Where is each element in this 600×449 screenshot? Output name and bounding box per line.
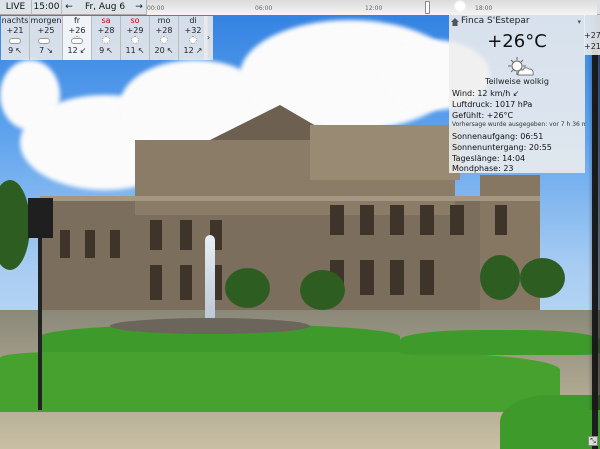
side-temperature-strip: +27 +21 — [584, 15, 600, 55]
forecast-high-temp: +28 — [97, 26, 115, 35]
timeline-label: 18:00 — [475, 5, 493, 12]
timeline-label: 00:00 — [147, 5, 165, 12]
location-dropdown-icon[interactable]: ▾ — [577, 18, 581, 26]
location-name[interactable]: Finca S'Estepar — [461, 16, 530, 26]
weather-panel: Finca S'Estepar ▾ +26°C Teilweise wolkig… — [449, 15, 585, 173]
forecast-day-name: di — [189, 16, 197, 25]
sunrise-value: Sonnenaufgang: 06:51 — [452, 132, 544, 141]
day-length-value: Tageslänge: 14:04 — [452, 154, 526, 163]
forecast-high-temp: +29 — [126, 26, 144, 35]
forecast-day-name: morgen — [30, 16, 62, 25]
forecast-low-temp: 11 — [125, 46, 136, 55]
forecast-day-2[interactable]: fr +26 12 ↙ — [63, 16, 92, 60]
side-value: +27 — [584, 31, 600, 40]
more-days-button[interactable]: › — [204, 16, 213, 60]
sun-cloud-icon — [63, 35, 91, 46]
current-time: 15:00 — [32, 0, 62, 15]
forecast-day-1[interactable]: morgen +25 7 ↘ — [30, 16, 63, 60]
forecast-low-temp: 12 — [183, 46, 194, 55]
timeline-slider[interactable]: 00:00 06:00 12:00 18:00 — [147, 0, 597, 15]
cloud-icon — [1, 35, 29, 46]
wind-arrow-icon: ↖ — [166, 46, 174, 55]
sunset-value: Sonnenuntergang: 20:55 — [452, 143, 552, 152]
forecast-high-temp: +25 — [37, 26, 55, 35]
forecast-day-name: fr — [73, 16, 81, 25]
resize-icon[interactable]: ⤡ — [588, 436, 598, 446]
forecast-low-temp: 12 — [67, 46, 78, 55]
side-value: +21 — [584, 42, 600, 51]
wind-arrow-icon: ↖ — [106, 46, 113, 55]
sun-position-icon — [455, 1, 465, 11]
forecast-day-name: so — [130, 16, 140, 25]
next-day-arrow[interactable]: → — [132, 0, 147, 15]
forecast-high-temp: +21 — [6, 26, 24, 35]
forecast-low-temp: 9 — [99, 46, 105, 55]
home-icon — [451, 18, 459, 26]
forecast-low-temp: 7 — [39, 46, 45, 55]
forecast-day-3[interactable]: sa +28 9 ↖ — [92, 16, 121, 60]
feels-like-value: Gefühlt: +26°C — [452, 111, 514, 120]
wind-arrow-icon: ↗ — [195, 46, 203, 55]
top-toolbar: LIVE 15:00 ← Fr, Aug 6 → 00:00 06:00 12:… — [0, 0, 600, 15]
forecast-day-0[interactable]: nachts +21 9 ↖ — [1, 16, 30, 60]
wind-arrow-icon: ↖ — [15, 46, 22, 55]
timeline-handle[interactable] — [425, 1, 430, 14]
timeline-label: 06:00 — [255, 5, 273, 12]
forecast-day-name: mo — [157, 16, 171, 25]
sun-icon — [92, 35, 120, 46]
wind-arrow-icon: ↘ — [46, 46, 53, 55]
current-temperature: +26°C — [487, 31, 547, 52]
sun-icon — [179, 35, 207, 46]
forecast-day-name: sa — [101, 16, 111, 25]
sun-icon — [121, 35, 149, 46]
forecast-day-4[interactable]: so +29 11 ↖ — [121, 16, 150, 60]
forecast-high-temp: +32 — [184, 26, 202, 35]
prev-day-arrow[interactable]: ← — [62, 0, 76, 15]
wind-value: Wind: 12 km/h ↙ — [452, 89, 520, 98]
forecast-low-temp: 9 — [8, 46, 14, 55]
cloud-icon — [30, 35, 62, 46]
forecast-high-temp: +26 — [68, 26, 86, 35]
forecast-day-5[interactable]: mo +28 20 ↖ — [150, 16, 179, 60]
forecast-high-temp: +28 — [155, 26, 173, 35]
sun-icon — [150, 35, 178, 46]
forecast-day-name: nachts — [1, 16, 29, 25]
date-label: Fr, Aug 6 — [84, 2, 126, 12]
moon-phase-value: Mondphase: 23 — [452, 164, 514, 173]
live-button[interactable]: LIVE — [0, 0, 32, 15]
wind-arrow-icon: ↙ — [79, 46, 87, 55]
timeline-label: 12:00 — [365, 5, 383, 12]
wind-arrow-icon: ↖ — [137, 46, 145, 55]
forecast-low-temp: 20 — [154, 46, 165, 55]
condition-text: Teilweise wolkig — [485, 77, 549, 86]
pressure-value: Luftdruck: 1017 hPa — [452, 100, 533, 109]
sun-cloud-icon — [508, 57, 534, 76]
forecast-issued-note: Vorhersage wurde ausgegeben: vor 7 h 36 … — [452, 121, 585, 128]
